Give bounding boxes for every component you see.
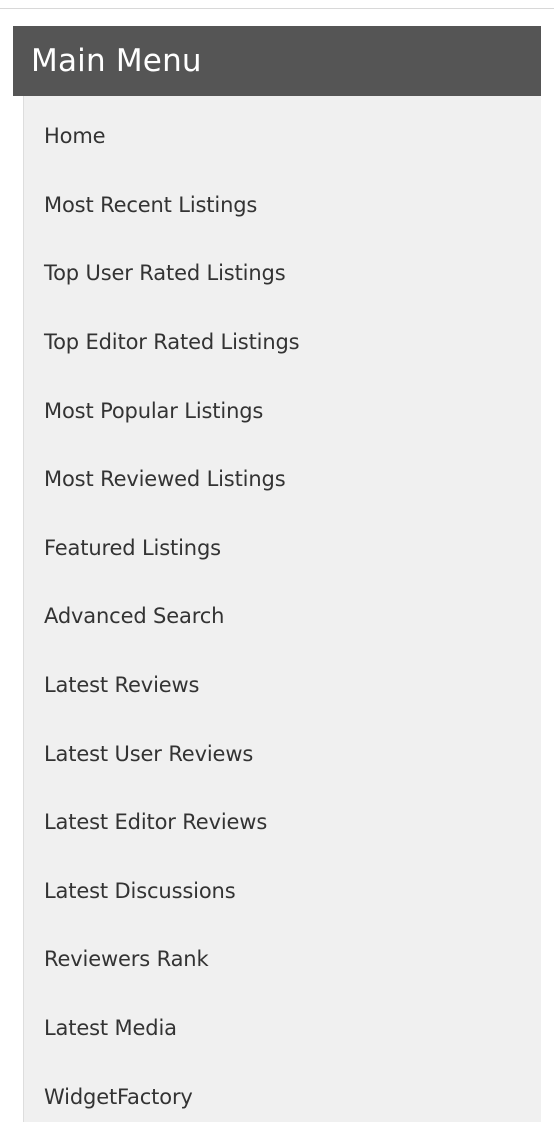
menu-item-label[interactable]: Top Editor Rated Listings (44, 330, 300, 354)
menu-item-latest-user-reviews[interactable]: Latest User Reviews (24, 719, 541, 788)
main-menu-module: Main Menu Home Most Recent Listings Top … (13, 26, 541, 1122)
menu-item-home[interactable]: Home (24, 102, 541, 171)
menu-item-label[interactable]: Top User Rated Listings (44, 261, 286, 285)
menu-item-top-editor-rated-listings[interactable]: Top Editor Rated Listings (24, 308, 541, 377)
menu-item-latest-reviews[interactable]: Latest Reviews (24, 651, 541, 720)
menu-item-label[interactable]: Featured Listings (44, 536, 221, 560)
menu-item-label[interactable]: Latest Media (44, 1016, 177, 1040)
menu-item-top-user-rated-listings[interactable]: Top User Rated Listings (24, 239, 541, 308)
menu-body: Home Most Recent Listings Top User Rated… (23, 96, 541, 1122)
page: Main Menu Home Most Recent Listings Top … (0, 0, 554, 1122)
menu-item-latest-editor-reviews[interactable]: Latest Editor Reviews (24, 788, 541, 857)
menu-item-label[interactable]: Latest Reviews (44, 673, 199, 697)
menu-item-label[interactable]: Latest User Reviews (44, 742, 253, 766)
menu-item-label[interactable]: WidgetFactory (44, 1085, 193, 1109)
menu-item-reviewers-rank[interactable]: Reviewers Rank (24, 925, 541, 994)
menu-item-label[interactable]: Advanced Search (44, 604, 224, 628)
menu-item-widgetfactory[interactable]: WidgetFactory (24, 1062, 541, 1122)
menu-item-latest-media[interactable]: Latest Media (24, 994, 541, 1063)
menu-item-most-reviewed-listings[interactable]: Most Reviewed Listings (24, 445, 541, 514)
menu-item-latest-discussions[interactable]: Latest Discussions (24, 857, 541, 926)
menu-item-featured-listings[interactable]: Featured Listings (24, 514, 541, 583)
menu-title: Main Menu (13, 26, 541, 96)
menu-item-advanced-search[interactable]: Advanced Search (24, 582, 541, 651)
menu-item-label[interactable]: Latest Discussions (44, 879, 236, 903)
top-divider (0, 8, 554, 9)
menu-list: Home Most Recent Listings Top User Rated… (24, 96, 541, 1122)
menu-item-label[interactable]: Most Recent Listings (44, 193, 257, 217)
menu-item-most-popular-listings[interactable]: Most Popular Listings (24, 376, 541, 445)
menu-item-label[interactable]: Most Popular Listings (44, 399, 263, 423)
menu-item-label[interactable]: Reviewers Rank (44, 947, 209, 971)
menu-item-label[interactable]: Most Reviewed Listings (44, 467, 286, 491)
menu-item-label[interactable]: Latest Editor Reviews (44, 810, 267, 834)
menu-item-most-recent-listings[interactable]: Most Recent Listings (24, 171, 541, 240)
menu-item-label[interactable]: Home (44, 124, 106, 148)
